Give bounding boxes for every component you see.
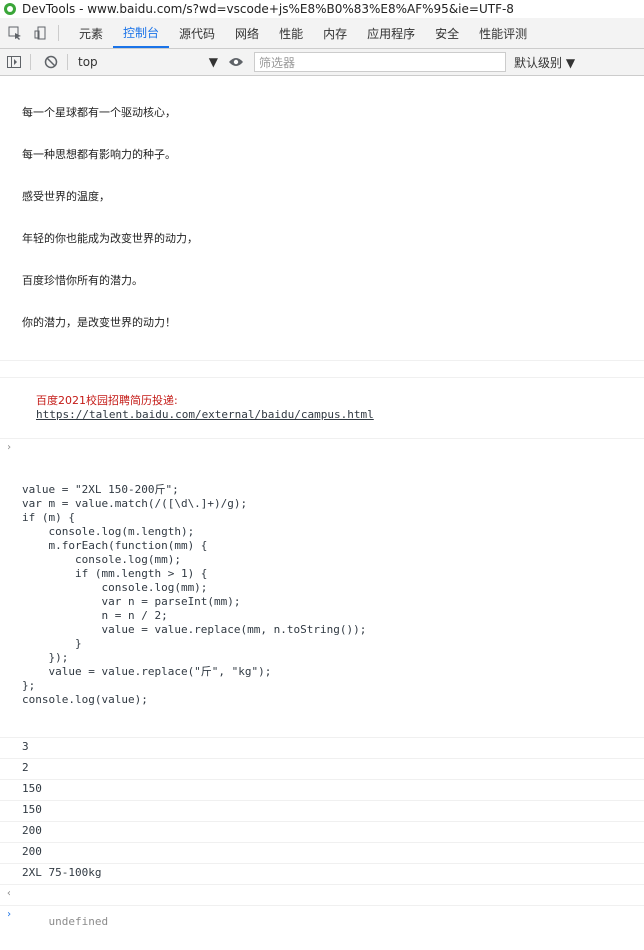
code-line: var m = value.match(/([\d\.]+)/g); — [22, 497, 248, 510]
tab-performance[interactable]: 性能 — [269, 18, 313, 48]
code-line: if (mm.length > 1) { — [22, 567, 208, 580]
inspect-element-icon[interactable] — [4, 22, 26, 44]
console-spacer — [0, 361, 644, 378]
banner-line: 年轻的你也能成为改变世界的动力， — [22, 232, 198, 245]
recruit-message: 百度2021校园招聘简历投递: https://talent.baidu.com… — [0, 378, 644, 439]
tab-sources[interactable]: 源代码 — [169, 18, 225, 48]
context-value: top — [78, 55, 98, 69]
console-input-entry: › value = "2XL 150-200斤"; var m = value.m… — [0, 439, 644, 738]
log-output: 2 — [0, 759, 644, 780]
tab-lighthouse[interactable]: 性能评测 — [469, 18, 537, 48]
toolbar-divider — [67, 54, 68, 70]
banner-line: 每一个星球都有一个驱动核心， — [22, 106, 176, 119]
sidebar-toggle-icon[interactable] — [4, 52, 24, 72]
code-line: value = value.replace("斤", "kg"); — [22, 665, 272, 678]
code-line: console.log(mm); — [22, 581, 208, 594]
tab-network[interactable]: 网络 — [225, 18, 269, 48]
code-line: console.log(value); — [22, 693, 148, 706]
code-line: value = value.replace(mm, n.toString()); — [22, 623, 367, 636]
code-line: var n = parseInt(mm); — [22, 595, 241, 608]
log-level-selector[interactable]: 默认级别 ▼ — [514, 54, 575, 71]
prompt-chevron-icon: › — [6, 909, 13, 920]
log-level-label: 默认级别 — [514, 55, 563, 70]
log-output: 150 — [0, 780, 644, 801]
browser-logo-icon — [4, 3, 16, 15]
context-selector[interactable]: top ▼ — [74, 52, 222, 72]
window-titlebar: DevTools - www.baidu.com/s?wd=vscode+js%… — [0, 0, 644, 18]
log-output: 200 — [0, 822, 644, 843]
code-line: console.log(mm); — [22, 553, 181, 566]
code-line: }); — [22, 651, 69, 664]
log-output: 3 — [0, 738, 644, 759]
tab-elements[interactable]: 元素 — [69, 18, 113, 48]
input-chevron-icon: › — [6, 442, 13, 453]
filter-input[interactable]: 筛选器 — [254, 52, 506, 72]
banner-line: 百度珍惜你所有的潜力。 — [22, 274, 143, 287]
return-value-row: ‹ undefined — [0, 885, 644, 928]
code-line: } — [22, 637, 82, 650]
console-prompt[interactable]: › — [0, 906, 644, 926]
banner-line: 你的潜力，是改变世界的动力！ — [22, 316, 176, 329]
dropdown-arrow-icon: ▼ — [208, 55, 218, 69]
console-banner-message: 每一个星球都有一个驱动核心， 每一种思想都有影响力的种子。 感受世界的温度， 年… — [0, 76, 644, 361]
tab-memory[interactable]: 内存 — [313, 18, 357, 48]
code-line: value = "2XL 150-200斤"; — [22, 483, 179, 496]
code-block: value = "2XL 150-200斤"; var m = value.mat… — [22, 483, 644, 707]
recruit-text: 百度2021校园招聘简历投递: — [36, 394, 178, 407]
tab-console[interactable]: 控制台 — [113, 18, 170, 48]
log-output: 150 — [0, 801, 644, 822]
window-title: DevTools - www.baidu.com/s?wd=vscode+js%… — [22, 2, 514, 16]
toolbar-divider — [30, 54, 31, 70]
code-line: }; — [22, 679, 36, 692]
banner-line: 感受世界的温度， — [22, 190, 110, 203]
banner-line: 每一种思想都有影响力的种子。 — [22, 148, 176, 161]
console-output: 每一个星球都有一个驱动核心， 每一种思想都有影响力的种子。 感受世界的温度， 年… — [0, 76, 644, 928]
tab-security[interactable]: 安全 — [425, 18, 469, 48]
log-output: 200 — [0, 843, 644, 864]
code-line: if (m) { — [22, 511, 75, 524]
log-output: 2XL 75-100kg — [0, 864, 644, 885]
code-line: console.log(m.length); — [22, 525, 195, 538]
recruit-link[interactable]: https://talent.baidu.com/external/baidu/… — [36, 408, 374, 421]
clear-console-icon[interactable] — [41, 52, 61, 72]
device-toolbar-icon[interactable] — [30, 22, 52, 44]
console-toolbar: top ▼ 筛选器 默认级别 ▼ — [0, 49, 644, 76]
code-line: n = n / 2; — [22, 609, 168, 622]
return-arrow-icon: ‹ — [6, 888, 13, 899]
tab-application[interactable]: 应用程序 — [357, 18, 425, 48]
code-line: m.forEach(function(mm) { — [22, 539, 208, 552]
live-expression-eye-icon[interactable] — [226, 52, 246, 72]
tabbar-divider — [58, 25, 59, 41]
devtools-tabbar: 元素 控制台 源代码 网络 性能 内存 应用程序 安全 性能评测 — [0, 18, 644, 49]
